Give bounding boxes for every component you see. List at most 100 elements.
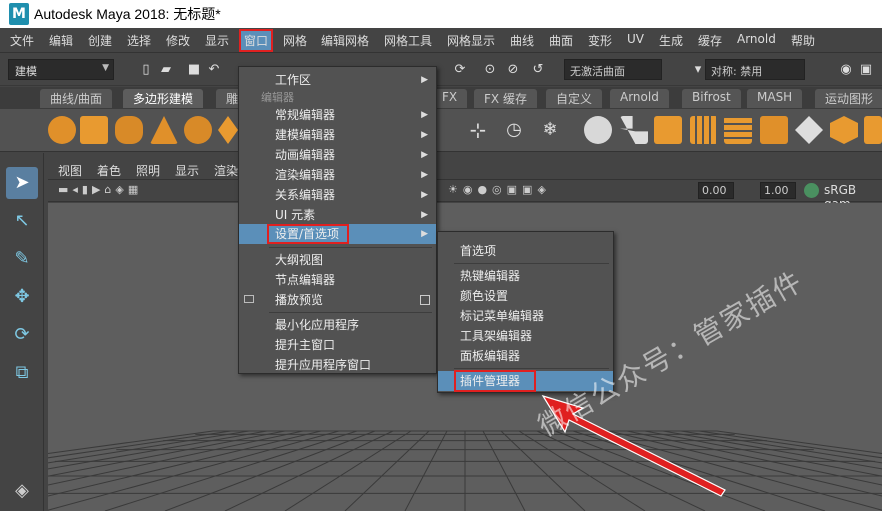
new-scene-icon[interactable]: ▯ (138, 62, 154, 78)
extrude-icon[interactable] (654, 116, 682, 144)
submenu-item-color-settings[interactable]: 颜色设置 (438, 286, 613, 306)
save-icon[interactable]: ■ (186, 62, 202, 78)
submenu-item-shelf-editor[interactable]: 工具架编辑器 (438, 326, 613, 346)
bevel-icon[interactable] (724, 116, 752, 144)
freeze-icon[interactable]: ❄ (536, 116, 564, 144)
menu-1[interactable]: 编辑 (49, 32, 73, 49)
combine-icon[interactable] (584, 116, 612, 144)
transform-tool-icon[interactable]: ⊹ (464, 116, 492, 144)
viewport-shading-icon[interactable]: ☀◉●◎▣▣◈ (448, 183, 551, 196)
submenu-item-panel-editor[interactable]: 面板编辑器 (438, 346, 613, 366)
snap-surface-icon[interactable]: ↺ (530, 62, 546, 78)
viewport-menu-0[interactable]: 视图 (58, 162, 82, 179)
menu-item-minimize-app[interactable]: 最小化应用程序 (239, 315, 436, 335)
menu-item-outliner[interactable]: 大纲视图 (239, 250, 436, 270)
menu-13[interactable]: 变形 (588, 32, 612, 49)
shelf-tab-9[interactable]: 运动图形 (815, 89, 882, 108)
poly-torus-icon[interactable] (184, 116, 212, 144)
select-tool-icon[interactable]: ➤ (6, 167, 38, 199)
viewport-menu-4[interactable]: 渲染 (214, 162, 238, 179)
menu-item-raise-app-windows[interactable]: 提升应用程序窗口 (239, 355, 436, 375)
menu-item-node-editor[interactable]: 节点编辑器 (239, 270, 436, 290)
lasso-tool-icon[interactable]: ↖ (6, 205, 38, 237)
menu-item-general-editors[interactable]: 常规编辑器 ▶ (239, 105, 436, 125)
paint-select-icon[interactable]: ✎ (6, 243, 38, 275)
menu-item-rendering-editors[interactable]: 渲染编辑器 ▶ (239, 165, 436, 185)
option-box-icon[interactable] (420, 295, 430, 305)
menu-6[interactable]: 窗口 (239, 29, 274, 52)
menu-item-modeling-editors[interactable]: 建模编辑器 ▶ (239, 125, 436, 145)
poly-plane-icon[interactable] (218, 116, 238, 144)
camera-icon[interactable]: ◉ (838, 62, 854, 78)
render-icon[interactable]: ▣ (858, 62, 874, 78)
exposure-field[interactable]: 0.00 (698, 182, 734, 199)
shelf-tab-8[interactable]: MASH (747, 89, 803, 108)
scale-tool-icon[interactable]: ⧉ (6, 357, 38, 389)
snap-curve-icon[interactable]: ⟳ (452, 62, 468, 78)
snap-view-icon[interactable]: ⊘ (505, 62, 521, 78)
shelf-tab-1[interactable]: 多边形建模 (123, 89, 204, 108)
submenu-arrow-icon: ▶ (421, 170, 428, 180)
menu-0[interactable]: 文件 (10, 32, 34, 49)
rotate-tool-icon[interactable]: ⟳ (6, 319, 38, 351)
mode-select[interactable]: 建模 ▼ (8, 59, 114, 80)
history-icon[interactable]: ◷ (500, 116, 528, 144)
menu-2[interactable]: 创建 (88, 32, 112, 49)
bool-icon[interactable] (760, 116, 788, 144)
shelf-tab-6[interactable]: Arnold (610, 89, 669, 108)
menu-item-settings-preferences[interactable]: 设置/首选项 ▶ (239, 224, 436, 244)
menu-17[interactable]: Arnold (737, 32, 776, 46)
move-tool-icon[interactable]: ✥ (6, 281, 38, 313)
bridge-icon[interactable] (690, 116, 718, 144)
menu-11[interactable]: 曲线 (510, 32, 534, 49)
dropdown-icon[interactable]: ▾ (690, 62, 706, 78)
smooth-icon[interactable] (795, 116, 823, 144)
viewport-menu-1[interactable]: 着色 (97, 162, 121, 179)
poly-cylinder-icon[interactable] (115, 116, 143, 144)
separate-icon[interactable] (620, 116, 648, 144)
menu-3[interactable]: 选择 (127, 32, 151, 49)
shelf-tab-3[interactable]: FX (432, 89, 468, 108)
submenu-item-preferences[interactable]: 首选项 (438, 241, 613, 261)
color-management-icon[interactable] (804, 183, 819, 198)
menu-item-ui-elements[interactable]: UI 元素 ▶ (239, 205, 436, 225)
menu-item-playblast[interactable]: 播放预览 (239, 290, 436, 310)
submenu-item-marking-menu-editor[interactable]: 标记菜单编辑器 (438, 306, 613, 326)
shelf-tab-0[interactable]: 曲线/曲面 (40, 89, 113, 108)
menu-item-animation-editors[interactable]: 动画编辑器 ▶ (239, 145, 436, 165)
menu-item-raise-main-window[interactable]: 提升主窗口 (239, 335, 436, 355)
more-shelf-icon[interactable] (864, 116, 882, 144)
menu-14[interactable]: UV (627, 32, 644, 46)
poly-sphere-icon[interactable] (48, 116, 76, 144)
menu-12[interactable]: 曲面 (549, 32, 573, 49)
viewport-menu-2[interactable]: 照明 (136, 162, 160, 179)
uv-icon[interactable] (830, 116, 858, 144)
grid-line (482, 430, 526, 511)
shelf-tab-7[interactable]: Bifrost (682, 89, 741, 108)
symmetry-field[interactable]: 对称: 禁用 (705, 59, 805, 80)
menu-item-workspace[interactable]: 工作区 ▶ (239, 70, 436, 90)
poly-cone-icon[interactable] (150, 116, 178, 144)
shelf-tab-4[interactable]: FX 缓存 (474, 89, 537, 108)
shelf-tab-5[interactable]: 自定义 (546, 89, 603, 108)
menu-8[interactable]: 编辑网格 (321, 32, 369, 49)
menu-16[interactable]: 缓存 (698, 32, 722, 49)
menu-15[interactable]: 生成 (659, 32, 683, 49)
gamma-field[interactable]: 1.00 (760, 182, 796, 199)
undo-icon[interactable]: ↶ (206, 62, 222, 78)
menu-5[interactable]: 显示 (205, 32, 229, 49)
submenu-item-hotkey-editor[interactable]: 热键编辑器 (438, 266, 613, 286)
layout-icon[interactable]: ◈ (6, 475, 38, 507)
viewport-menu-3[interactable]: 显示 (175, 162, 199, 179)
viewport-tools-icon[interactable]: ▬◂▮▶⌂◈▦ (58, 183, 142, 196)
menu-4[interactable]: 修改 (166, 32, 190, 49)
poly-cube-icon[interactable] (80, 116, 108, 144)
snap-point-icon[interactable]: ⊙ (482, 62, 498, 78)
menu-10[interactable]: 网格显示 (447, 32, 495, 49)
live-surface-field[interactable]: 无激活曲面 (564, 59, 662, 80)
menu-9[interactable]: 网格工具 (384, 32, 432, 49)
menu-item-relationship-editors[interactable]: 关系编辑器 ▶ (239, 185, 436, 205)
menu-18[interactable]: 帮助 (791, 32, 815, 49)
open-folder-icon[interactable]: ▰ (158, 62, 174, 78)
menu-7[interactable]: 网格 (283, 32, 307, 49)
